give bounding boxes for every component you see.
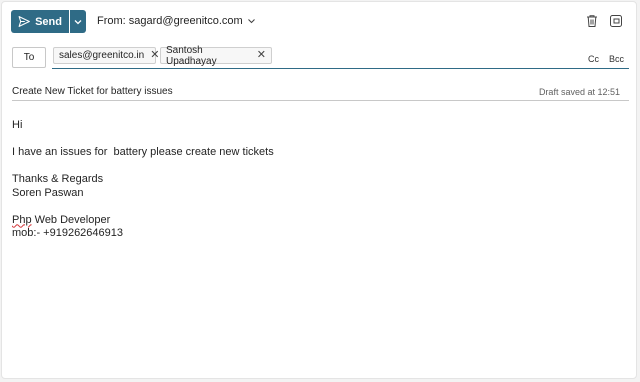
chevron-down-icon: [247, 19, 255, 24]
to-field[interactable]: sales@greenitco.in ✕ Santosh Upadhayay ✕: [52, 45, 629, 69]
body-line-name: Soren Paswan: [12, 186, 84, 199]
chevron-down-icon: [74, 19, 82, 24]
body-line-message: I have an issues for battery please crea…: [12, 146, 274, 158]
subject-field[interactable]: Create New Ticket for battery issues: [12, 86, 173, 97]
cc-button[interactable]: Cc: [588, 54, 599, 64]
subject-divider: [12, 100, 629, 101]
title-rest: Web Developer: [31, 213, 111, 226]
send-options-button[interactable]: [70, 10, 86, 33]
recipient-chip[interactable]: sales@greenitco.in ✕: [53, 47, 159, 64]
misspelled-word[interactable]: Php: [12, 214, 32, 226]
body-blank-line: [12, 133, 274, 147]
trash-icon: [587, 15, 597, 27]
body-blank-line: [12, 160, 274, 174]
body-line-greeting: Hi: [12, 119, 23, 131]
body-line-phone: mob:- +919262646913: [12, 227, 124, 239]
from-label: From: sagard@greenitco.com: [97, 15, 243, 27]
body-line-closing: Thanks & Regards: [12, 173, 104, 185]
remove-recipient-icon[interactable]: ✕: [257, 50, 266, 61]
send-button-group: Send: [11, 10, 86, 33]
remove-recipient-icon[interactable]: ✕: [150, 50, 159, 61]
discard-button[interactable]: [585, 14, 599, 28]
recipient-chip-label: sales@greenitco.in: [59, 50, 145, 61]
body-blank-line: [12, 200, 274, 214]
send-icon: [18, 16, 30, 27]
compose-window: Send From: sagard@greenitco.com To sales…: [1, 1, 637, 379]
recipient-chip-label: Santosh Upadhayay: [166, 44, 217, 67]
pop-out-icon: [610, 15, 622, 27]
to-button[interactable]: To: [12, 47, 46, 68]
bcc-button[interactable]: Bcc: [609, 54, 624, 64]
body-line-title: Php Web Developer: [12, 214, 274, 228]
from-selector[interactable]: From: sagard@greenitco.com: [97, 15, 256, 27]
to-label: To: [23, 52, 35, 63]
recipient-chip[interactable]: Santosh Upadhayay ✕: [160, 44, 272, 67]
send-button[interactable]: Send: [11, 10, 69, 33]
draft-status: Draft saved at 12:51: [538, 87, 620, 97]
pop-out-button[interactable]: [609, 14, 623, 28]
send-label: Send: [35, 15, 62, 28]
message-body[interactable]: Hi I have an issues for battery please c…: [12, 119, 274, 241]
